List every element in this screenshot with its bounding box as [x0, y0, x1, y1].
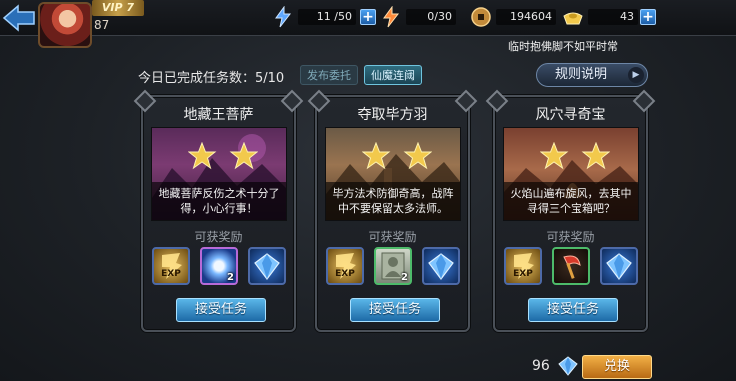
accept-task-button[interactable]: 接受任务 [350, 298, 440, 322]
exp-label: EXP [513, 269, 533, 279]
gold-stat: 43 + [562, 7, 656, 27]
gold-ingot-icon [563, 12, 583, 25]
vitality-value: 0/30 [406, 9, 456, 25]
reward-list: EXP 2 [326, 247, 462, 287]
gem-balance: 96 [532, 358, 550, 374]
star-icon [403, 142, 432, 170]
difficulty-stars [540, 142, 610, 170]
vip-badge[interactable]: VIP 7 [92, 0, 144, 16]
difficulty-stars [188, 142, 258, 170]
exp-label: EXP [335, 269, 355, 279]
reward-item[interactable]: EXP [152, 247, 190, 285]
reward-list: EXP [504, 247, 640, 287]
reward-label: 可获奖励 [546, 230, 595, 244]
task-description: 毕方法术防御奇高，战阵中不要保留太多法师。 [326, 182, 460, 220]
rules-button[interactable]: 规则说明 ▶ [536, 63, 648, 87]
reward-item[interactable] [600, 247, 638, 285]
task-title: 夺取毕方羽 [357, 107, 428, 123]
accept-task-button[interactable]: 接受任务 [176, 298, 266, 322]
task-card: 地藏王菩萨 地藏菩萨反伤之术十分了得，小心行事！ 可获奖励 EXP 2 接受任务 [141, 95, 296, 332]
reward-item[interactable] [248, 247, 286, 285]
player-level: 87 [94, 18, 110, 32]
blue-gem-icon [558, 356, 578, 376]
coin-stat: 194604 [470, 7, 558, 27]
reward-item[interactable] [422, 247, 460, 285]
reward-item[interactable]: EXP [504, 247, 542, 285]
reward-qty: 2 [227, 272, 234, 283]
reward-label: 可获奖励 [368, 230, 417, 244]
coin-value: 194604 [496, 9, 556, 25]
blue-gem-icon [254, 253, 280, 280]
stamina-plus-button[interactable]: + [360, 9, 376, 25]
reward-list: EXP 2 [152, 247, 288, 287]
exchange-button[interactable]: 兑换 [582, 355, 652, 379]
task-card: 风穴寻奇宝 火焰山遍布旋风，去其中寻得三个宝箱吧？ 可获奖励 EXP 接受任务 [493, 95, 648, 332]
task-description: 地藏菩萨反伤之术十分了得，小心行事！ [152, 182, 286, 220]
reward-item[interactable]: 2 [200, 247, 238, 285]
stamina-icon [275, 6, 292, 28]
star-icon [229, 142, 258, 170]
task-card: 夺取毕方羽 毕方法术防御奇高，战阵中不要保留太多法师。 可获奖励 EXP 2 接… [315, 95, 470, 332]
star-icon [188, 142, 217, 170]
copper-coin-icon [471, 7, 491, 27]
task-image: 地藏菩萨反伤之术十分了得，小心行事！ [151, 127, 287, 221]
player-avatar[interactable] [38, 2, 92, 48]
star-icon [362, 142, 391, 170]
reward-label: 可获奖励 [194, 230, 243, 244]
blue-gem-icon [428, 253, 454, 280]
stamina-stat: 11 /50 + [272, 6, 378, 28]
exp-icon: EXP [335, 253, 356, 279]
difficulty-stars [362, 142, 432, 170]
blue-gem-icon [606, 253, 632, 280]
task-title: 风穴寻奇宝 [535, 107, 606, 123]
gold-plus-button[interactable]: + [640, 9, 656, 25]
gold-value: 43 [588, 9, 638, 25]
xianmo-button[interactable]: 仙魔连阈 [364, 65, 422, 85]
task-title: 地藏王菩萨 [183, 107, 254, 123]
reward-item[interactable]: 2 [374, 247, 412, 285]
daily-completed-count: 今日已完成任务数：5/10 [138, 71, 285, 86]
reward-item[interactable] [552, 247, 590, 285]
exp-label: EXP [161, 269, 181, 279]
star-icon [581, 142, 610, 170]
back-button[interactable] [2, 4, 36, 32]
back-arrow-icon [2, 4, 35, 32]
reward-item[interactable]: EXP [326, 247, 364, 285]
star-icon [540, 142, 569, 170]
accept-task-button[interactable]: 接受任务 [528, 298, 618, 322]
rules-label: 规则说明 [555, 67, 608, 82]
task-image: 毕方法术防御奇高，战阵中不要保留太多法师。 [325, 127, 461, 221]
task-image: 火焰山遍布旋风，去其中寻得三个宝箱吧？ [503, 127, 639, 221]
scrolling-ticker: 临时抱佛脚不如平时常 [508, 40, 618, 53]
post-commission-button[interactable]: 发布委托 [300, 65, 358, 85]
exp-icon: EXP [161, 253, 182, 279]
red-axe-icon [563, 255, 581, 279]
vitality-stat: 0/30 [380, 6, 458, 28]
reward-qty: 2 [401, 272, 408, 283]
chevron-right-icon: ▶ [628, 67, 644, 83]
task-description: 火焰山遍布旋风，去其中寻得三个宝箱吧？ [504, 182, 638, 220]
vitality-icon [383, 6, 400, 28]
exp-icon: EXP [513, 253, 534, 279]
stamina-value: 11 /50 [298, 9, 356, 25]
